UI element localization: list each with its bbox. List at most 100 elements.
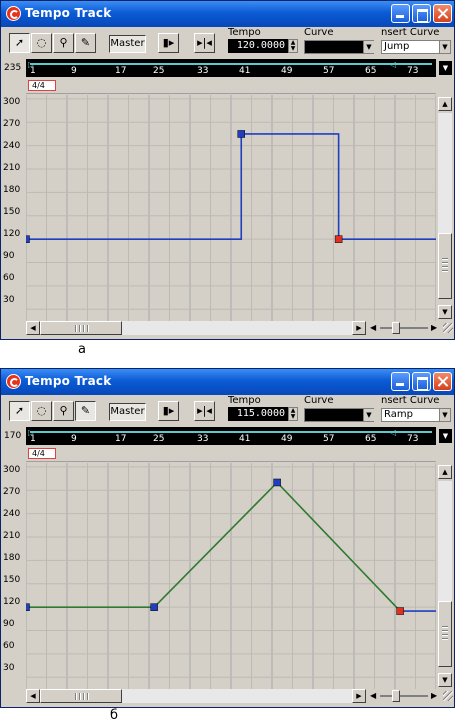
ruler-menu-icon[interactable]: ▼ — [439, 429, 452, 443]
zoom-out-icon[interactable]: ◀ — [370, 691, 376, 700]
master-button[interactable]: Master — [109, 35, 146, 53]
split-icon[interactable]: ▸|◂ — [194, 33, 215, 53]
magnifier-tool-icon[interactable]: ⚲ — [53, 33, 74, 53]
tempo-spin-icon[interactable]: ▲ ▼ — [288, 39, 298, 53]
scroll-right-icon[interactable]: ▶ — [352, 689, 366, 703]
zoom-knob[interactable] — [392, 690, 400, 702]
vertical-scrollbar[interactable]: ▲ ▼ — [436, 463, 454, 689]
tempo-event-point — [334, 235, 343, 243]
scroll-down-icon[interactable]: ▼ — [438, 673, 452, 687]
lasso-tool-icon[interactable]: ◌ — [31, 33, 52, 53]
time-signature[interactable]: 4/4 — [28, 448, 56, 459]
lasso-tool-icon[interactable]: ◌ — [31, 401, 52, 421]
toolbar: ➚ ◌ ⚲ ✎ Master ▮▸ ▸|◂ Tempo 120.0000 ▲ ▼ … — [1, 27, 454, 57]
y-tick-label: 60 — [3, 641, 15, 651]
close-button[interactable] — [433, 4, 452, 23]
tempo-curve-svg[interactable] — [26, 463, 436, 689]
insert-curve-select[interactable]: Jump ▼ — [381, 40, 451, 54]
master-button[interactable]: Master — [109, 403, 146, 421]
tempo-value-field[interactable]: 115.0000 — [228, 407, 288, 421]
scroll-right-icon[interactable]: ▶ — [352, 321, 366, 335]
title-bar[interactable]: Tempo Track — [1, 1, 454, 27]
close-button[interactable] — [433, 372, 452, 391]
tempo-graph[interactable] — [26, 463, 436, 689]
signature-track[interactable]: 4/4 — [26, 446, 436, 462]
figure-caption-a: а — [78, 342, 86, 357]
maximize-button[interactable] — [412, 4, 431, 23]
y-tick-label: 90 — [3, 619, 15, 629]
tempo-spin-icon[interactable]: ▲ ▼ — [288, 407, 298, 421]
bar-ruler[interactable]: ▷ ◁ 1 9 17 25 33 41 49 57 65 73 — [26, 427, 436, 445]
title-bar[interactable]: Tempo Track — [1, 369, 454, 395]
minimize-button[interactable] — [391, 4, 410, 23]
insert-curve-select[interactable]: Ramp ▼ — [381, 408, 451, 422]
zoom-slider[interactable]: ◀ ▶ — [368, 689, 454, 703]
insert-curve-dropdown-icon[interactable]: ▼ — [439, 409, 450, 421]
scroll-thumb[interactable] — [438, 233, 452, 299]
scroll-down-icon[interactable]: ▼ — [438, 305, 452, 319]
time-signature[interactable]: 4/4 — [28, 80, 56, 91]
right-locator-icon[interactable]: ◁ — [390, 428, 396, 437]
zoom-out-icon[interactable]: ◀ — [370, 323, 376, 332]
vertical-scrollbar[interactable]: ▲ ▼ — [436, 95, 454, 321]
ruler-label: 17 — [115, 434, 127, 444]
curve-label: Curve — [304, 27, 334, 38]
zoom-track[interactable] — [380, 695, 428, 697]
scroll-thumb[interactable] — [40, 321, 122, 335]
horizontal-scrollbar[interactable]: ◀ ▶ — [26, 689, 366, 703]
tempo-curve-svg[interactable] — [26, 95, 436, 321]
maximize-button[interactable] — [412, 372, 431, 391]
scroll-left-icon[interactable]: ◀ — [26, 321, 40, 335]
ruler-menu-icon[interactable]: ▼ — [439, 61, 452, 75]
y-tick-label: 120 — [3, 229, 21, 239]
resize-grip-icon[interactable] — [443, 323, 453, 333]
y-tick-label: 150 — [3, 207, 21, 217]
ruler-label: 9 — [71, 434, 77, 444]
insert-tempo-icon[interactable]: ▮▸ — [158, 401, 179, 421]
tempo-graph[interactable] — [26, 95, 436, 321]
zoom-track[interactable] — [380, 327, 428, 329]
tempo-axis: 300 270 240 210 180 150 120 90 60 30 — [1, 463, 26, 689]
minimize-button[interactable] — [391, 372, 410, 391]
pencil-tool-icon[interactable]: ✎ — [75, 33, 96, 53]
zoom-in-icon[interactable]: ▶ — [431, 323, 437, 332]
scroll-up-icon[interactable]: ▲ — [438, 465, 452, 479]
scroll-thumb[interactable] — [438, 601, 452, 667]
app-icon[interactable] — [6, 374, 21, 389]
insert-curve-label: nsert Curve — [381, 395, 440, 406]
bar-ruler[interactable]: ▷ ◁ 1 9 17 25 33 41 49 57 65 73 — [26, 59, 436, 77]
pencil-tool-icon[interactable]: ✎ — [75, 401, 96, 421]
y-tick-label: 30 — [3, 295, 15, 305]
horizontal-scrollbar[interactable]: ◀ ▶ — [26, 321, 366, 335]
arrow-tool-icon[interactable]: ➚ — [9, 401, 30, 421]
arrow-tool-icon[interactable]: ➚ — [9, 33, 30, 53]
y-tick-label: 60 — [3, 273, 15, 283]
split-icon[interactable]: ▸|◂ — [194, 401, 215, 421]
scroll-left-icon[interactable]: ◀ — [26, 689, 40, 703]
signature-track[interactable]: 4/4 — [26, 78, 436, 94]
tempo-track-window-a: Tempo Track ➚ ◌ ⚲ ✎ Master ▮▸ ▸|◂ Tempo … — [0, 0, 455, 340]
scroll-up-icon[interactable]: ▲ — [438, 97, 452, 111]
resize-grip-icon[interactable] — [443, 691, 453, 701]
ruler-label: 25 — [153, 66, 165, 76]
zoom-slider[interactable]: ◀ ▶ — [368, 321, 454, 335]
tempo-event-point — [237, 130, 245, 138]
insert-curve-dropdown-icon[interactable]: ▼ — [439, 41, 450, 53]
scroll-thumb[interactable] — [40, 689, 122, 703]
locator-range — [30, 431, 432, 433]
right-locator-icon[interactable]: ◁ — [390, 60, 396, 69]
ruler-label: 17 — [115, 66, 127, 76]
tempo-event-point — [26, 235, 30, 243]
ruler-label: 41 — [239, 434, 251, 444]
zoom-knob[interactable] — [392, 322, 400, 334]
tempo-value-field[interactable]: 120.0000 — [228, 39, 288, 53]
insert-tempo-icon[interactable]: ▮▸ — [158, 33, 179, 53]
zoom-in-icon[interactable]: ▶ — [431, 691, 437, 700]
ruler-label: 73 — [407, 434, 419, 444]
curve-dropdown-icon[interactable]: ▼ — [363, 41, 374, 53]
app-icon[interactable] — [6, 6, 21, 21]
magnifier-tool-icon[interactable]: ⚲ — [53, 401, 74, 421]
y-tick-label: 270 — [3, 119, 21, 129]
y-tick-label: 90 — [3, 251, 15, 261]
curve-dropdown-icon[interactable]: ▼ — [363, 409, 374, 421]
